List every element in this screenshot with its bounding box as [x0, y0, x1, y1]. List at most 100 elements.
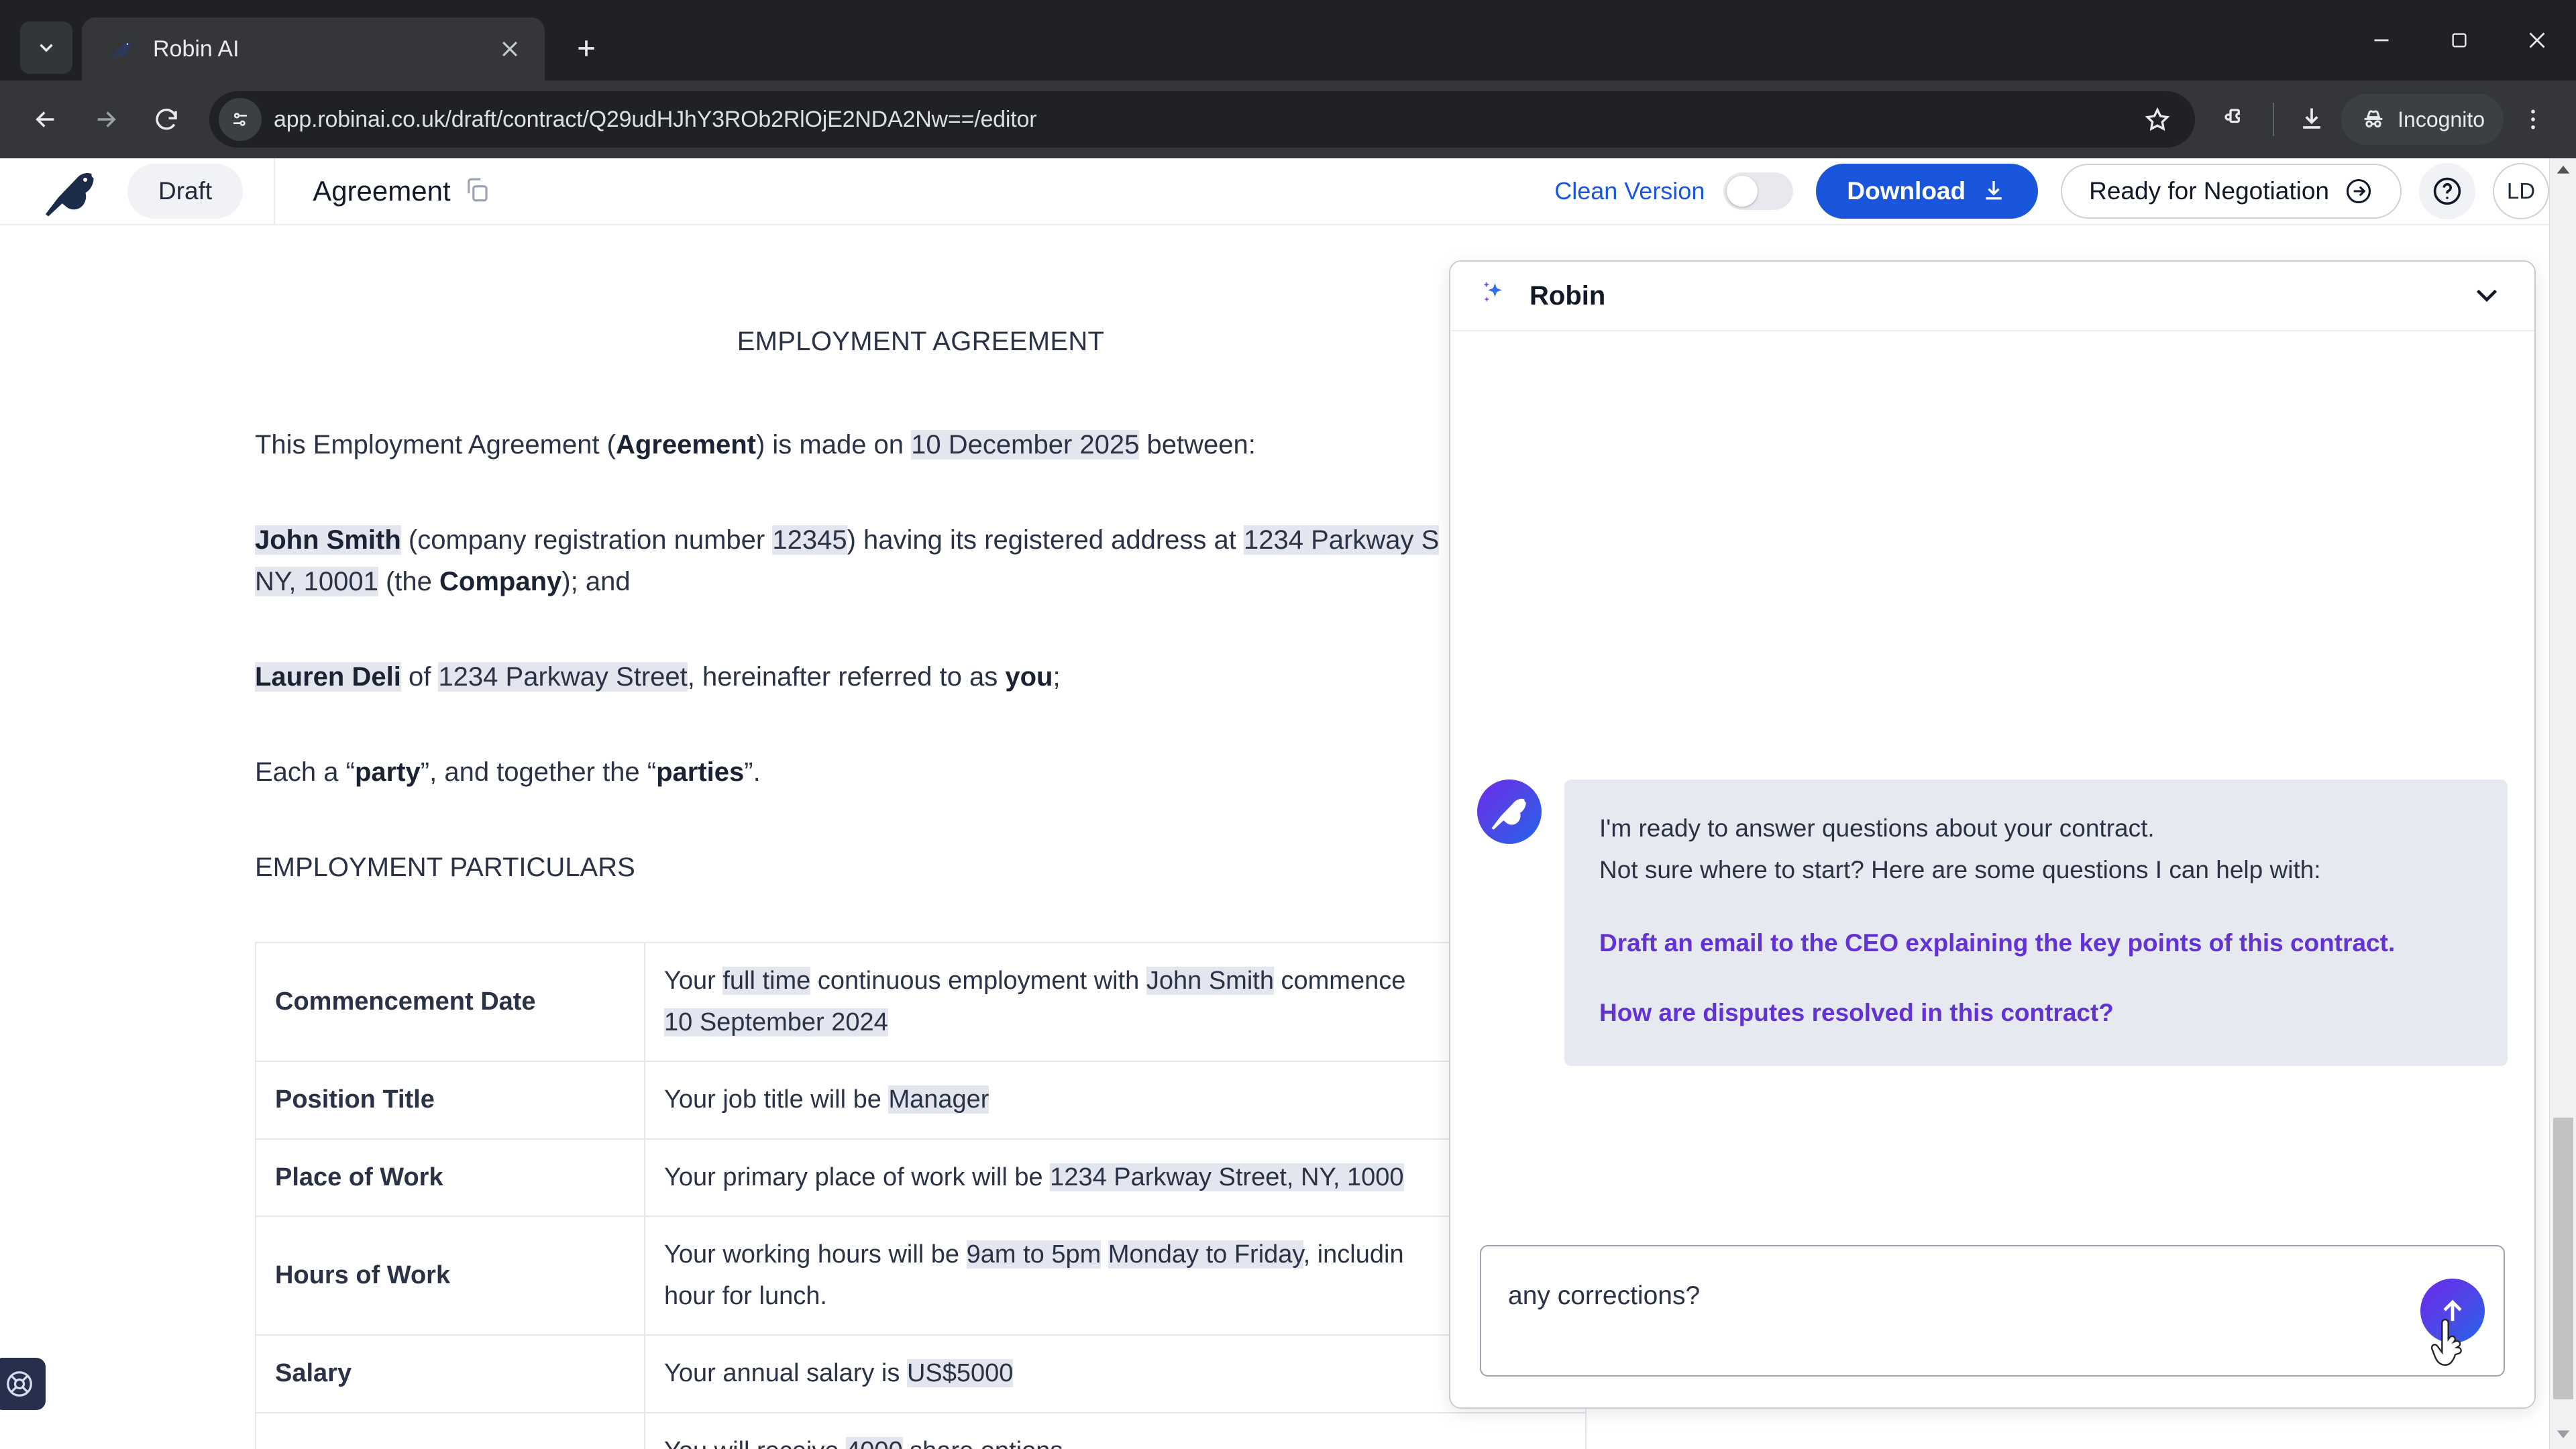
omnibox-actions [2132, 94, 2183, 145]
intro-text-1: This Employment Agreement ( [255, 430, 616, 460]
maximize-icon [2452, 33, 2467, 48]
minimize-button[interactable] [2343, 0, 2420, 80]
forward-button[interactable] [78, 91, 134, 148]
app-header: Draft Agreement Clean Version Download R… [0, 158, 2576, 225]
close-icon [2529, 32, 2545, 48]
tab-strip: Robin AI [0, 0, 2576, 80]
header-actions: Clean Version Download Ready for Negotia… [1554, 163, 2576, 219]
incognito-badge[interactable]: Incognito [2341, 94, 2504, 145]
maximize-button[interactable] [2420, 0, 2498, 80]
contract-variable[interactable]: Manager [888, 1085, 989, 1114]
browser-tab[interactable]: Robin AI [82, 17, 545, 80]
table-row-value: Your annual salary is US$5000 [644, 1334, 1587, 1413]
pointer-hand-cursor [2430, 1318, 2469, 1370]
contract-variable[interactable]: John Smith [1146, 967, 1274, 995]
download-button-label: Download [1847, 177, 1966, 205]
robin-chat-panel: Robin I'm ready to answer questions abou… [1449, 260, 2536, 1409]
download-icon[interactable] [2286, 94, 2337, 145]
suggestion-link-2[interactable]: How are disputes resolved in this contra… [1599, 995, 2473, 1031]
table-row: Salary Your annual salary is US$5000 [255, 1334, 1587, 1413]
contract-variable[interactable]: Monday to Friday [1108, 1240, 1303, 1269]
contract-text: continuous employment with [810, 967, 1146, 995]
header-divider [274, 158, 276, 225]
table-row-label: Hours of Work [255, 1216, 645, 1336]
table-row-value: Your working hours will be 9am to 5pm Mo… [644, 1216, 1587, 1336]
close-window-button[interactable] [2498, 0, 2576, 80]
robin-message-bubble: I'm ready to answer questions about your… [1564, 780, 2508, 1066]
section-heading: EMPLOYMENT PARTICULARS [255, 853, 635, 882]
lifebuoy-icon [7, 1371, 32, 1397]
company-registration-variable[interactable]: 12345 [772, 525, 847, 555]
employee-address-variable[interactable]: 1234 Parkway Street [438, 662, 688, 692]
you-bold: you [1005, 662, 1053, 692]
chevron-down-icon[interactable] [2469, 276, 2505, 316]
user-avatar[interactable]: LD [2493, 163, 2549, 219]
help-button[interactable] [2419, 163, 2475, 219]
scrollbar-thumb[interactable] [2553, 1118, 2573, 1399]
page-scrollbar[interactable] [2549, 158, 2576, 1449]
contract-variable[interactable]: full time [722, 967, 811, 995]
document-heading: EMPLOYMENT AGREEMENT [737, 327, 1105, 356]
contract-variable[interactable]: 10 September 2024 [664, 1008, 888, 1036]
contract-variable[interactable]: 9am to 5pm [966, 1240, 1102, 1269]
incognito-label: Incognito [2398, 107, 2485, 131]
download-button[interactable]: Download [1816, 164, 2039, 219]
address-bar[interactable]: app.robinai.co.uk/draft/contract/Q29udHJ… [209, 91, 2196, 148]
contract-variable[interactable]: 1234 Parkway Street, NY, 1000 [1050, 1163, 1404, 1191]
contract-variable[interactable]: US$5000 [906, 1359, 1014, 1388]
party2-text-2: , hereinafter referred to as [687, 662, 1006, 692]
three-dot-menu-icon[interactable] [2508, 94, 2559, 145]
support-button[interactable] [0, 1358, 46, 1410]
contract-text: You will receive [664, 1437, 846, 1449]
table-row-value: You will receive 4000 share options [644, 1411, 1587, 1449]
clean-version-toggle[interactable] [1723, 172, 1794, 210]
intro-text-3: between: [1139, 430, 1256, 460]
party1-text-1: (company registration number [400, 525, 773, 555]
minimize-icon [2374, 39, 2389, 42]
new-tab-button[interactable] [562, 24, 610, 72]
download-icon [1986, 181, 2002, 200]
browser-window: Robin AI app.robinai.co.uk/draft/contrac… [0, 0, 2576, 1449]
tab-search-button[interactable] [20, 21, 72, 74]
company-address-variable-2[interactable]: NY, 10001 [255, 567, 378, 596]
parties-text-3: ”. [744, 757, 761, 787]
table-row-label: Commencement Date [255, 941, 645, 1063]
company-address-variable[interactable]: 1234 Parkway S [1244, 525, 1440, 555]
star-icon[interactable] [2132, 94, 2183, 145]
incognito-hat-icon [2364, 110, 2383, 127]
copy-icon[interactable] [463, 176, 491, 207]
document-title-group: Agreement [313, 175, 490, 207]
robin-message-line-2: Not sure where to start? Here are some q… [1599, 855, 2321, 883]
suggestion-link-1[interactable]: Draft an email to the CEO explaining the… [1599, 926, 2473, 960]
chevron-down-icon [40, 44, 53, 52]
back-button[interactable] [17, 91, 74, 148]
contract-text: commence [1273, 967, 1406, 995]
contract-text: share options [903, 1437, 1063, 1449]
contract-variable[interactable]: 4000 [846, 1436, 903, 1449]
reload-icon [156, 109, 177, 130]
table-row-label: Salary [255, 1334, 645, 1413]
party1-text-3: (the [378, 567, 440, 596]
table-row-value: Your full time continuous employment wit… [644, 941, 1587, 1063]
agreement-date-variable[interactable]: 10 December 2025 [911, 430, 1140, 460]
document-status-chip[interactable]: Draft [127, 164, 244, 219]
close-tab-icon[interactable] [494, 33, 526, 65]
ready-for-negotiation-button[interactable]: Ready for Negotiation [2061, 164, 2402, 219]
robin-bird-logo[interactable] [31, 163, 110, 219]
triangle-down-icon[interactable] [2550, 1424, 2576, 1446]
parties-bold: parties [656, 757, 745, 787]
company-name-variable[interactable]: John Smith [255, 525, 401, 555]
agreement-bold: Agreement [616, 430, 756, 460]
robin-chat-input[interactable]: any corrections? [1480, 1245, 2505, 1377]
extensions-puzzle-icon[interactable] [2210, 94, 2261, 145]
party-two-paragraph: Lauren Deli of 1234 Parkway Street, here… [255, 656, 1587, 698]
contract-text: Your annual salary is [664, 1359, 907, 1388]
robin-panel-header[interactable]: Robin [1450, 262, 2534, 331]
parties-definition-paragraph: Each a “party”, and together the “partie… [255, 751, 1587, 793]
reload-button[interactable] [138, 91, 195, 148]
intro-paragraph: This Employment Agreement (Agreement) is… [255, 424, 1587, 466]
triangle-up-icon[interactable] [2550, 161, 2576, 183]
site-settings-icon[interactable] [219, 98, 262, 141]
party2-text-3: ; [1053, 662, 1061, 692]
employee-name-variable[interactable]: Lauren Deli [255, 662, 401, 692]
